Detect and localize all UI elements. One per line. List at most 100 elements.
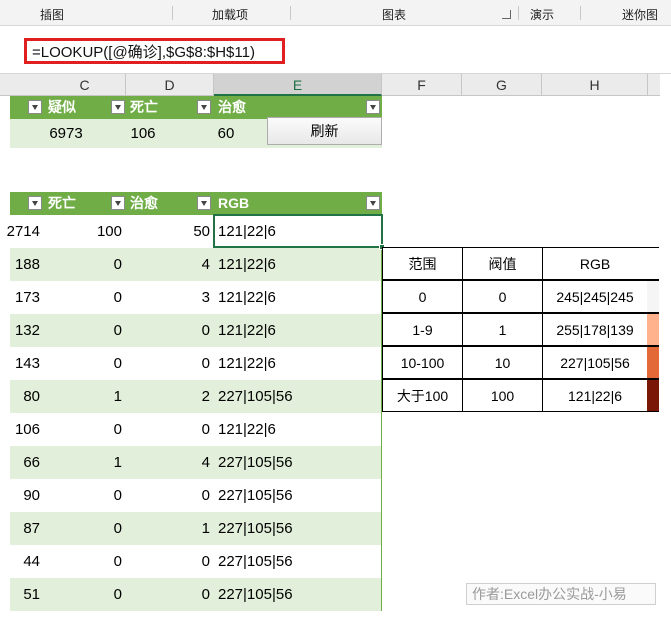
filter-dropdown-icon[interactable] — [366, 196, 380, 210]
cell-rgb[interactable]: 121|22|6 — [214, 314, 382, 347]
cell-recovered[interactable]: 1 — [126, 512, 214, 545]
cell-deaths[interactable]: 0 — [44, 314, 126, 347]
top-value-recovered[interactable]: 60 — [214, 117, 238, 150]
cell-col-b[interactable]: 51 — [0, 578, 44, 611]
ribbon-separator — [290, 6, 291, 20]
cell-deaths[interactable]: 0 — [44, 281, 126, 314]
filter-dropdown-icon[interactable] — [111, 100, 125, 114]
top-table-header-recovered: 治愈 — [214, 96, 382, 119]
color-swatch-header — [647, 247, 659, 280]
filter-dropdown-icon[interactable] — [111, 196, 125, 210]
dialog-launcher-icon[interactable] — [502, 10, 511, 19]
cell-deaths[interactable]: 0 — [44, 512, 126, 545]
rgb-cell[interactable]: 245|245|245 — [542, 280, 648, 313]
filter-dropdown-icon[interactable] — [197, 196, 211, 210]
ribbon-group-presentation[interactable]: 演示 — [530, 6, 554, 23]
cell-col-b[interactable]: 132 — [0, 314, 44, 347]
column-header-c[interactable]: C — [44, 74, 126, 96]
cell-col-b[interactable]: 173 — [0, 281, 44, 314]
column-header-d[interactable]: D — [126, 74, 214, 96]
cell-rgb[interactable]: 227|105|56 — [214, 446, 382, 479]
ribbon-group-addins[interactable]: 加载项 — [212, 6, 248, 23]
cell-deaths[interactable]: 0 — [44, 479, 126, 512]
cell-deaths[interactable]: 0 — [44, 545, 126, 578]
ribbon-separator — [580, 6, 581, 20]
cell-recovered[interactable]: 3 — [126, 281, 214, 314]
threshold-cell[interactable]: 1 — [462, 313, 543, 346]
cell-recovered[interactable]: 0 — [126, 578, 214, 611]
filter-dropdown-icon[interactable] — [28, 100, 42, 114]
cell-col-b[interactable]: 188 — [0, 248, 44, 281]
cell-deaths[interactable]: 0 — [44, 248, 126, 281]
cell-deaths[interactable]: 1 — [44, 380, 126, 413]
threshold-cell[interactable]: 10 — [462, 346, 543, 379]
ribbon-group-charts[interactable]: 图表 — [382, 6, 406, 23]
column-header-g[interactable]: G — [462, 74, 542, 96]
filter-dropdown-icon[interactable] — [28, 196, 42, 210]
column-header-f[interactable]: F — [382, 74, 462, 96]
rgb-cell[interactable]: 255|178|139 — [542, 313, 648, 346]
cell-rgb[interactable]: 227|105|56 — [214, 380, 382, 413]
range-table-header[interactable]: 范围 — [382, 247, 463, 280]
main-table-header-rgb: RGB — [214, 192, 382, 215]
ribbon-separator — [518, 6, 519, 20]
cell-rgb[interactable]: 121|22|6 — [214, 281, 382, 314]
color-swatch — [647, 280, 659, 313]
cell-rgb[interactable]: 227|105|56 — [214, 578, 382, 611]
range-cell[interactable]: 0 — [382, 280, 463, 313]
color-swatch — [647, 379, 659, 412]
cell-col-b[interactable]: 66 — [0, 446, 44, 479]
author-watermark: 作者:Excel办公实战-小易 — [466, 583, 656, 605]
filter-dropdown-icon[interactable] — [197, 100, 211, 114]
range-table-header[interactable]: RGB — [542, 247, 648, 280]
cell-rgb[interactable]: 121|22|6 — [214, 413, 382, 446]
cell-recovered[interactable]: 4 — [126, 446, 214, 479]
filter-dropdown-icon[interactable] — [366, 100, 380, 114]
cell-col-b[interactable]: 80 — [0, 380, 44, 413]
cell-col-b[interactable]: 143 — [0, 347, 44, 380]
cell-deaths[interactable]: 0 — [44, 413, 126, 446]
cell-recovered[interactable]: 0 — [126, 479, 214, 512]
ribbon-group-illustrations[interactable]: 插图 — [40, 6, 64, 23]
cell-col-b[interactable]: 44 — [0, 545, 44, 578]
active-cell-selection — [213, 214, 383, 248]
cell-rgb[interactable]: 121|22|6 — [214, 248, 382, 281]
cell-recovered[interactable]: 0 — [126, 545, 214, 578]
formula-text[interactable]: =LOOKUP([@确诊],$G$8:$H$11) — [32, 41, 255, 62]
range-table-header[interactable]: 阀值 — [462, 247, 543, 280]
cell-recovered[interactable]: 0 — [126, 413, 214, 446]
range-cell[interactable]: 大于100 — [382, 379, 463, 412]
range-cell[interactable]: 1-9 — [382, 313, 463, 346]
cell-recovered[interactable]: 0 — [126, 347, 214, 380]
top-value-suspected[interactable]: 6973 — [44, 117, 88, 150]
rgb-cell[interactable]: 227|105|56 — [542, 346, 648, 379]
cell-col-b[interactable]: 87 — [0, 512, 44, 545]
cell-deaths[interactable]: 0 — [44, 347, 126, 380]
cell-deaths[interactable]: 1 — [44, 446, 126, 479]
cell-deaths[interactable]: 100 — [44, 215, 126, 248]
cell-deaths[interactable]: 0 — [44, 578, 126, 611]
rgb-cell[interactable]: 121|22|6 — [542, 379, 648, 412]
cell-rgb[interactable]: 227|105|56 — [214, 545, 382, 578]
cell-recovered[interactable]: 50 — [126, 215, 214, 248]
cell-col-b[interactable]: 2714 — [0, 215, 44, 248]
cell-recovered[interactable]: 4 — [126, 248, 214, 281]
color-swatch — [647, 313, 659, 346]
cell-col-b[interactable]: 90 — [0, 479, 44, 512]
ribbon-group-sparklines[interactable]: 迷你图 — [622, 6, 658, 23]
cell-col-b[interactable]: 106 — [0, 413, 44, 446]
threshold-cell[interactable]: 100 — [462, 379, 543, 412]
column-header-h[interactable]: H — [542, 74, 648, 96]
cell-rgb[interactable]: 227|105|56 — [214, 479, 382, 512]
refresh-button[interactable]: 刷新 — [267, 117, 382, 145]
ribbon-separator — [172, 6, 173, 20]
cell-recovered[interactable]: 0 — [126, 314, 214, 347]
cell-recovered[interactable]: 2 — [126, 380, 214, 413]
column-header-e[interactable]: E — [214, 74, 382, 96]
threshold-cell[interactable]: 0 — [462, 280, 543, 313]
top-value-deaths[interactable]: 106 — [126, 117, 160, 150]
range-cell[interactable]: 10-100 — [382, 346, 463, 379]
cell-rgb[interactable]: 121|22|6 — [214, 347, 382, 380]
color-swatch — [647, 346, 659, 379]
cell-rgb[interactable]: 227|105|56 — [214, 512, 382, 545]
